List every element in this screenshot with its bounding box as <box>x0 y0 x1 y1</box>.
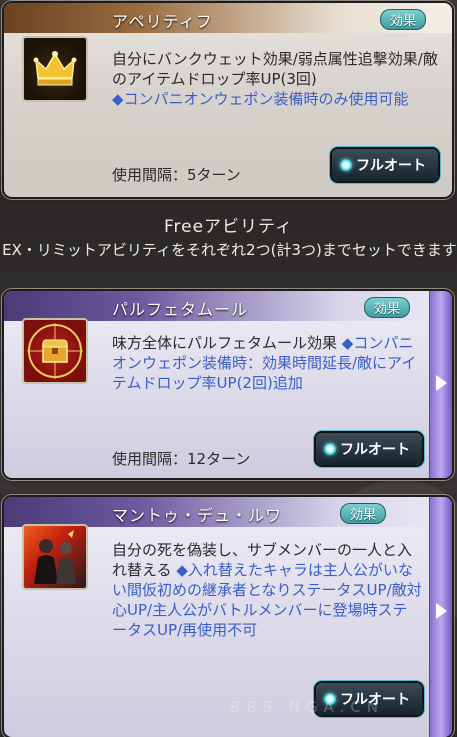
ability-name: パルフェタムール <box>112 300 249 319</box>
full-auto-button[interactable]: フルオート <box>332 149 438 181</box>
effect-badge-button[interactable]: 効果 <box>380 9 427 30</box>
full-auto-label: フルオート <box>356 158 426 174</box>
description-main: 自分にバンクウェット効果/弱点属性追撃効果/敵のアイテムドロップ率UP(3回) <box>112 50 438 88</box>
cooldown-interval: 使用間隔：12ターン <box>112 450 251 468</box>
toggle-dot-icon <box>324 443 336 455</box>
toggle-dot-icon <box>340 159 352 171</box>
description-main: 味方全体にパルフェタムール効果 <box>112 334 338 352</box>
ability-card-manteau-du-roi: マントゥ・デュ・ルワ 効果 自分の死を偽装し、サブメンバーの一人と入れ替える ◆… <box>4 497 452 737</box>
watermark: BBS.NGA.CN <box>230 698 384 716</box>
ability-card-parfait-amour: パルフェタムール 効果 味方全体にパルフェタムール効果 ◆コンパニオンウェポン装… <box>4 291 452 478</box>
ability-name: アペリティフ <box>112 12 213 31</box>
effect-badge-button[interactable]: 効果 <box>364 297 411 318</box>
ability-description: 味方全体にパルフェタムール効果 ◆コンパニオンウェポン装備時：効果時間延長/敵に… <box>112 333 422 393</box>
full-auto-label: フルオート <box>340 442 410 458</box>
description-note: ◆コンパニオンウェポン装備時のみ使用可能 <box>112 90 409 108</box>
character-swap-icon <box>22 524 88 590</box>
crown-icon <box>22 36 88 102</box>
ability-header: アペリティフ 効果 <box>4 3 452 33</box>
treasure-chest-icon <box>22 318 88 384</box>
scroll-handle[interactable] <box>429 497 452 737</box>
ability-card-aperitif: アペリティフ 効果 自分にバンクウェット効果/弱点属性追撃効果/敵のアイテムドロ… <box>4 3 452 197</box>
scroll-handle[interactable] <box>429 291 452 478</box>
section-title: Freeアビリティ <box>163 217 294 237</box>
cooldown-interval: 使用間隔：5ターン <box>112 166 241 184</box>
section-note: EX・リミットアビリティをそれぞれ2つ(計3つ)までセットできます <box>2 241 457 259</box>
ability-name: マントゥ・デュ・ルワ <box>112 506 283 525</box>
ability-description: 自分にバンクウェット効果/弱点属性追撃効果/敵のアイテムドロップ率UP(3回) … <box>112 49 438 109</box>
scroll-right-arrow-icon <box>436 603 447 619</box>
effect-badge-button[interactable]: 効果 <box>340 503 387 524</box>
scroll-right-arrow-icon <box>436 375 447 391</box>
ability-header: マントゥ・デュ・ルワ 効果 <box>4 497 452 527</box>
full-auto-button[interactable]: フルオート <box>316 433 422 465</box>
ability-header: パルフェタムール 効果 <box>4 291 452 321</box>
ability-description: 自分の死を偽装し、サブメンバーの一人と入れ替える ◆入れ替えたキャラは主人公がい… <box>112 540 422 640</box>
